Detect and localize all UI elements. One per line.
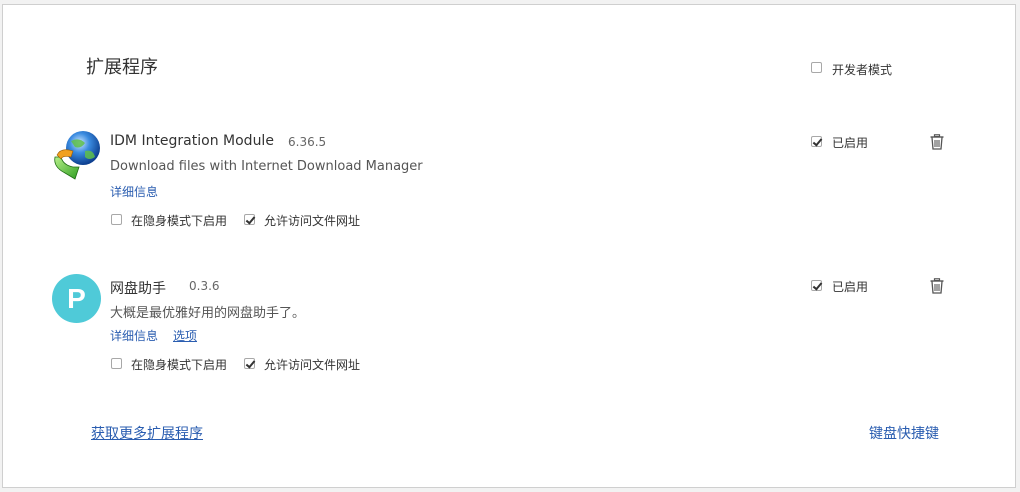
get-more-extensions-link[interactable]: 获取更多扩展程序: [91, 423, 203, 443]
wangpan-p-icon: P: [52, 274, 101, 323]
trash-icon[interactable]: [930, 134, 944, 150]
incognito-checkbox[interactable]: [111, 214, 122, 225]
extension-name: IDM Integration Module: [110, 133, 274, 149]
options-link[interactable]: 选项: [173, 327, 197, 344]
page-title: 扩展程序: [86, 57, 158, 78]
developer-mode-checkbox[interactable]: [811, 62, 822, 73]
enabled-checkbox[interactable]: [811, 280, 822, 291]
enabled-label[interactable]: 已启用: [832, 134, 868, 151]
details-link[interactable]: 详细信息: [110, 327, 158, 344]
file-access-label[interactable]: 允许访问文件网址: [264, 356, 360, 373]
incognito-checkbox[interactable]: [111, 358, 122, 369]
enabled-label[interactable]: 已启用: [832, 278, 868, 295]
idm-globe-arrow-icon: [54, 131, 100, 180]
file-access-checkbox[interactable]: [244, 358, 255, 369]
trash-icon[interactable]: [930, 278, 944, 294]
extensions-page: 扩展程序 开发者模式 IDM Integration Module 6.36.5…: [2, 4, 1016, 488]
incognito-label[interactable]: 在隐身模式下启用: [131, 212, 227, 229]
extension-description: 大概是最优雅好用的网盘助手了。: [110, 306, 306, 321]
extension-description: Download files with Internet Download Ma…: [110, 159, 423, 174]
file-access-checkbox[interactable]: [244, 214, 255, 225]
enabled-checkbox[interactable]: [811, 136, 822, 147]
details-link[interactable]: 详细信息: [110, 183, 158, 200]
incognito-label[interactable]: 在隐身模式下启用: [131, 356, 227, 373]
file-access-label[interactable]: 允许访问文件网址: [264, 212, 360, 229]
extension-name: 网盘助手: [110, 281, 166, 297]
keyboard-shortcuts-link[interactable]: 键盘快捷键: [869, 423, 939, 443]
extension-version: 6.36.5: [288, 135, 327, 149]
developer-mode-label[interactable]: 开发者模式: [832, 61, 892, 78]
extension-version: 0.3.6: [189, 279, 220, 293]
